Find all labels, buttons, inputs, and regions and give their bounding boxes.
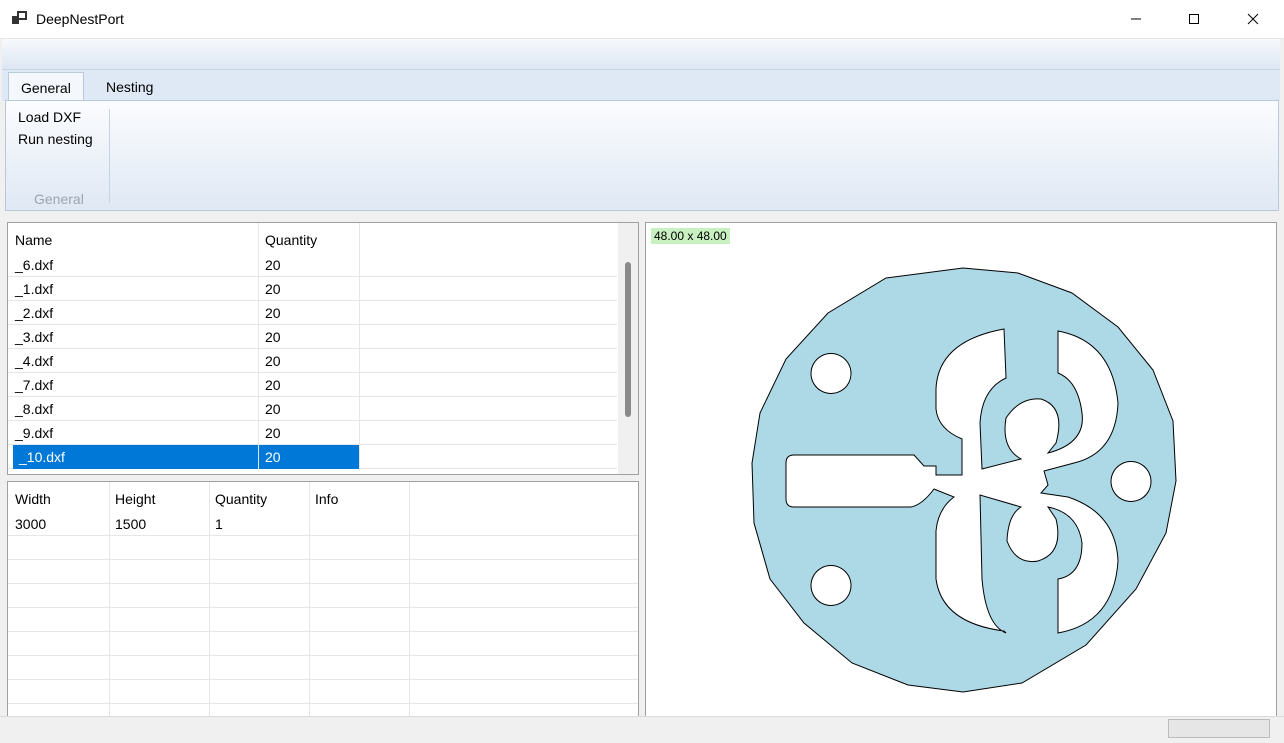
ribbon-panel: Load DXF Run nesting General — [5, 100, 1279, 211]
column-header-info[interactable]: Info — [309, 486, 409, 512]
table-row-name[interactable]: _1.dxf — [9, 277, 258, 301]
run-nesting-button[interactable]: Run nesting — [18, 131, 93, 147]
table-row-height[interactable]: 1500 — [109, 512, 209, 536]
close-button[interactable] — [1224, 0, 1282, 38]
ribbon-group-label: General — [34, 191, 84, 207]
ribbon-group-separator — [109, 109, 110, 203]
tab-general[interactable]: General — [8, 72, 84, 102]
window-title: DeepNestPort — [36, 11, 124, 27]
table-row-name-selected[interactable]: _10.dxf — [13, 445, 258, 469]
table-row-name[interactable]: _8.dxf — [9, 397, 258, 421]
parts-grid[interactable]: Name Quantity _6.dxf 20 _1.dxf 20 _2.dxf… — [7, 222, 639, 475]
progress-bar — [1168, 719, 1270, 738]
table-row-name[interactable]: _7.dxf — [9, 373, 258, 397]
table-row-quantity[interactable]: 20 — [259, 325, 359, 349]
table-row-name[interactable]: _2.dxf — [9, 301, 258, 325]
table-row-quantity[interactable]: 20 — [259, 301, 359, 325]
tab-nesting[interactable]: Nesting — [94, 72, 165, 101]
minimize-button[interactable] — [1107, 0, 1165, 38]
close-icon — [1247, 13, 1259, 25]
title-bar: DeepNestPort — [0, 0, 1284, 39]
parts-scrollbar-thumb[interactable] — [625, 262, 631, 417]
table-row-quantity[interactable]: 1 — [209, 512, 309, 536]
minimize-icon — [1131, 18, 1141, 20]
table-row-name[interactable]: _9.dxf — [9, 421, 258, 445]
table-row-name[interactable]: _3.dxf — [9, 325, 258, 349]
part-drawing — [751, 267, 1177, 693]
table-row-quantity[interactable]: 20 — [259, 253, 359, 277]
table-row-quantity[interactable]: 20 — [259, 373, 359, 397]
ribbon-quick-access — [2, 39, 1280, 70]
load-dxf-button[interactable]: Load DXF — [18, 109, 81, 125]
maximize-icon — [1189, 14, 1199, 24]
part-preview[interactable]: 48.00 x 48.00 — [645, 222, 1277, 722]
table-row-name[interactable]: _4.dxf — [9, 349, 258, 373]
table-row-quantity-selected[interactable]: 20 — [259, 445, 359, 469]
part-shape — [751, 267, 1177, 693]
table-row-name[interactable]: _6.dxf — [9, 253, 258, 277]
status-bar — [0, 716, 1284, 743]
column-header-quantity[interactable]: Quantity — [209, 486, 309, 512]
sheets-grid[interactable]: Width Height Quantity Info 3000 1500 1 — [7, 481, 639, 721]
table-row-quantity[interactable]: 20 — [259, 277, 359, 301]
table-row-quantity[interactable]: 20 — [259, 397, 359, 421]
table-row-quantity[interactable]: 20 — [259, 349, 359, 373]
column-header-width[interactable]: Width — [9, 486, 109, 512]
maximize-button[interactable] — [1165, 0, 1223, 38]
app-icon — [12, 11, 27, 24]
table-row-info[interactable] — [309, 512, 409, 536]
ribbon-tab-strip: General Nesting — [2, 70, 1280, 102]
table-row-width[interactable]: 3000 — [9, 512, 109, 536]
column-header-quantity[interactable]: Quantity — [259, 227, 359, 253]
table-row-quantity[interactable]: 20 — [259, 421, 359, 445]
column-header-name[interactable]: Name — [9, 227, 258, 253]
column-header-height[interactable]: Height — [109, 486, 209, 512]
